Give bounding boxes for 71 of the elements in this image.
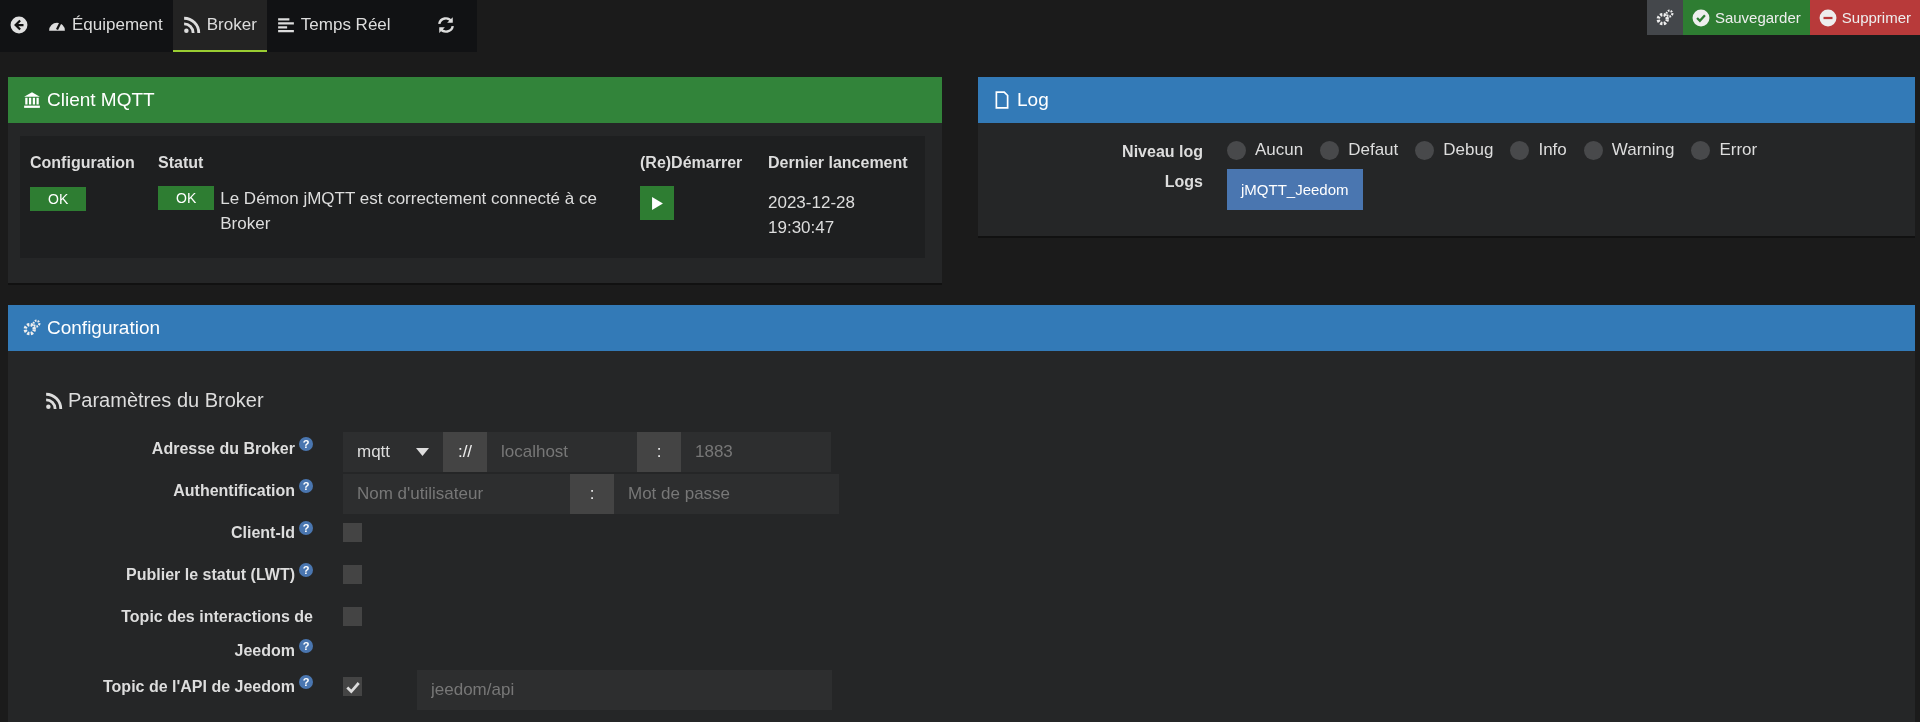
refresh-icon [436,16,455,34]
rss-icon [182,16,201,34]
radio-option[interactable]: Aucun [1227,139,1304,161]
field-label: Authentification ? [173,474,313,508]
radio-button[interactable] [1691,140,1711,160]
checkbox[interactable] [343,607,362,626]
checkbox[interactable] [343,565,362,584]
checkbox[interactable] [343,677,362,696]
radio-button[interactable] [1583,140,1603,160]
play-button[interactable] [640,186,674,220]
panel-title: Configuration [47,317,161,339]
password-input[interactable]: Mot de passe [614,474,839,514]
help-icon[interactable]: ? [299,639,313,653]
help-icon[interactable]: ? [299,437,313,451]
column-header: Configuration [30,153,136,173]
rss-icon [45,391,63,410]
column-header: (Re)Démarrer [640,153,744,173]
field-label: Client-Id ? [231,516,313,550]
topic-input[interactable]: jeedom/api [417,670,832,710]
field-label: Logs [1163,172,1203,192]
radio-button[interactable] [1320,140,1340,160]
protocol-select[interactable]: mqtt [343,432,443,472]
file-icon [993,91,1011,109]
field-label: Topic de l'API de Jeedom ? [103,670,313,704]
column-header: Dernier lancement [768,153,909,173]
radio-option[interactable]: Debug [1415,139,1494,161]
separator-addon: :// [443,432,487,472]
settings-button[interactable] [1646,0,1683,35]
status-badge: OK [30,187,87,211]
username-input[interactable]: Nom d'utilisateur [343,474,570,514]
section-title: Paramètres du Broker [68,389,264,412]
radio-option[interactable]: Error [1691,139,1758,161]
gears-icon [23,319,41,337]
last-launch-date: 2023-12-28 19:30:47 [768,192,856,239]
status-badge: OK [158,186,215,210]
bank-icon [23,91,41,109]
field-label: Topic des interactions de Jeedom ? [120,607,313,661]
panel-title: Log [1017,89,1049,111]
help-icon[interactable]: ? [299,675,313,689]
save-button[interactable]: Sauvegarder [1682,0,1810,35]
nav-tab[interactable]: Temps Réel [266,0,401,52]
checkbox[interactable] [343,523,362,542]
radio-option[interactable]: Warning [1583,139,1675,161]
help-icon[interactable]: ? [299,521,313,535]
radio-button[interactable] [1510,140,1530,160]
align-left-icon [276,16,295,34]
column-header: Statut [158,153,205,173]
log-button[interactable]: jMQTT_Jeedom [1227,169,1363,210]
panel-title: Client MQTT [47,89,155,111]
nav-tab[interactable]: Broker [172,0,267,52]
radio-button[interactable] [1227,140,1246,160]
help-icon[interactable]: ? [299,479,313,493]
check-circle-icon [1691,8,1710,27]
host-input[interactable]: localhost [487,432,637,472]
minus-circle-icon [1818,8,1837,27]
caret-icon [416,448,429,456]
radio-option[interactable]: Defaut [1320,139,1399,161]
separator-addon: : [637,432,681,472]
status-text: Le Démon jMQTT est correctement connecté à ce Broker [220,188,598,235]
field-label: Niveau log [1121,142,1203,161]
port-input[interactable]: 1883 [681,432,831,472]
play-icon [651,196,663,210]
gears-icon [1655,8,1674,27]
radio-button[interactable] [1415,140,1435,160]
delete-button[interactable]: Supprimer [1809,0,1920,35]
radio-option[interactable]: Info [1510,139,1567,161]
field-label: Adresse du Broker ? [151,432,313,466]
separator-addon: : [570,474,614,514]
field-label: Publier le statut (LWT) ? [126,558,313,592]
nav-tab[interactable]: Équipement [38,0,173,52]
help-icon[interactable]: ? [299,563,313,577]
